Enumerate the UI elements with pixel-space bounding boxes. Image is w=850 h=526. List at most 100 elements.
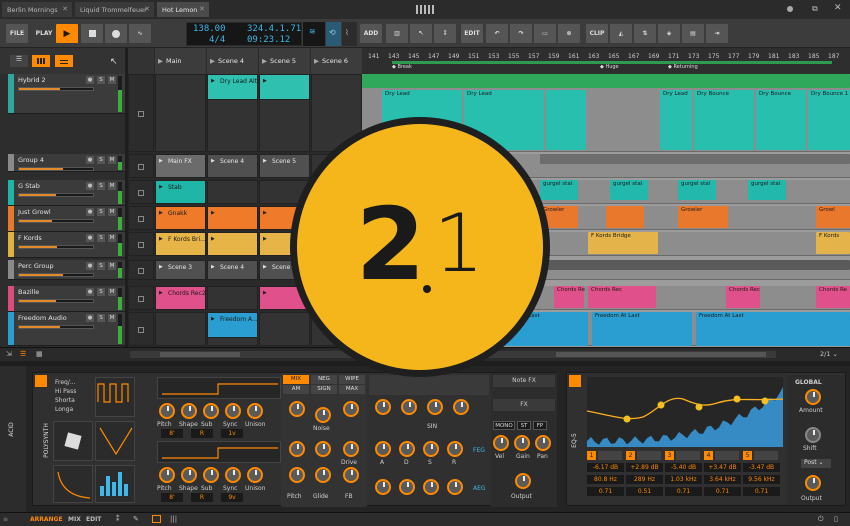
eq-graph[interactable] [586, 377, 784, 447]
arranger-clip[interactable] [606, 206, 644, 228]
mixer-mode-tab[interactable]: MIX [283, 375, 309, 384]
track-volume-fader[interactable] [18, 193, 94, 197]
mixer-mode-tab[interactable]: AM [283, 385, 309, 394]
cue-marker-returning[interactable]: ◆ Returning [668, 64, 698, 70]
eq-band-freq[interactable]: 289 Hz [626, 475, 663, 484]
eq-band-gain[interactable]: -5.40 dB [665, 463, 702, 472]
track-volume-fader[interactable] [18, 87, 94, 91]
track-header[interactable]: Hybrid 2 ● S M [8, 74, 125, 114]
solo-button[interactable]: S [97, 208, 105, 216]
add-button[interactable]: ADD [360, 24, 382, 43]
filter-knob[interactable] [427, 399, 443, 415]
record-button[interactable] [105, 24, 127, 43]
restore-window-icon[interactable]: ⧉ [812, 4, 818, 14]
loop-button[interactable]: ⟲ [326, 22, 341, 46]
arranger-clip[interactable] [540, 154, 850, 164]
track-name[interactable]: Freedom Audio [18, 314, 67, 322]
legato-button[interactable]: ⇥ [706, 24, 728, 43]
clip-slot[interactable] [207, 180, 258, 204]
aeg-a-knob[interactable] [375, 479, 391, 495]
launcher-clip[interactable]: ▶ [207, 232, 258, 256]
eq-band-q[interactable]: 0.71 [587, 487, 624, 496]
launcher-clip[interactable]: ▶ Scene 4 [207, 154, 258, 178]
track-volume-fader[interactable] [18, 245, 94, 249]
eq-band-handle[interactable] [695, 403, 703, 411]
filter-mode-item[interactable]: Longa [55, 406, 73, 413]
track-name[interactable]: F Kords [18, 234, 42, 242]
eq-band-handle[interactable] [623, 415, 631, 423]
eq-band-number[interactable]: 1 [587, 451, 596, 460]
mute-button[interactable]: M [108, 288, 116, 296]
launcher-clip[interactable]: ▶ [207, 206, 258, 230]
track-name[interactable]: Bazille [18, 288, 39, 296]
play-clip-icon[interactable]: ▶ [263, 236, 267, 242]
eq-band-number[interactable]: 2 [626, 451, 635, 460]
record-arm-button[interactable]: ● [86, 182, 94, 190]
post-dropdown[interactable]: Post ⌄ [801, 459, 831, 468]
filter-mode-item[interactable]: Freq/... [55, 379, 76, 386]
play-clip-icon[interactable]: ▶ [159, 210, 163, 216]
grid-toggle-icon[interactable]: ▦ [36, 350, 43, 358]
eq-band-freq[interactable]: 1.03 kHz [665, 475, 702, 484]
close-icon[interactable]: ✕ [199, 5, 205, 13]
eq-band-number[interactable]: 4 [704, 451, 713, 460]
record-arm-button[interactable]: ● [86, 234, 94, 242]
record-arm-button[interactable]: ● [86, 156, 94, 164]
eq-band-freq[interactable]: 80.8 Hz [587, 475, 624, 484]
aeg-s-knob[interactable] [423, 479, 439, 495]
filter-knob[interactable] [401, 399, 417, 415]
solo-button[interactable]: S [97, 314, 105, 322]
track-stop-button[interactable] [128, 286, 154, 310]
mixer-mode-tab[interactable]: NEG [311, 375, 337, 384]
track-name[interactable]: Hybrid 2 [18, 76, 46, 84]
launcher-clip[interactable]: ▶ Gnakk [155, 206, 206, 230]
track-name[interactable]: Just Growl [18, 208, 51, 216]
mixer-knob[interactable] [343, 401, 359, 417]
tab-hot-lemon[interactable]: Hot Lemon ✕ [157, 2, 209, 17]
clip-slot[interactable] [259, 312, 310, 346]
play-clip-icon[interactable]: ▶ [263, 158, 267, 164]
eq-band-gain[interactable]: +3.47 dB [704, 463, 741, 472]
tab-mix[interactable]: MIX [68, 516, 81, 523]
eq-band-type[interactable] [637, 451, 661, 460]
eq-band-q[interactable]: 0.71 [743, 487, 780, 496]
mixer-knob[interactable] [289, 467, 305, 483]
record-arm-button[interactable]: ● [86, 314, 94, 322]
track-stop-button[interactable] [128, 180, 154, 204]
track-stop-button[interactable] [128, 232, 154, 256]
arranger-clip[interactable]: Chords Rec [588, 286, 656, 308]
feg-a-knob[interactable] [375, 441, 391, 457]
mixer-knob[interactable] [289, 441, 305, 457]
tempo-display[interactable]: 138.00 [193, 24, 226, 34]
eq-band-handle[interactable] [761, 397, 769, 405]
st-button[interactable]: ST [517, 421, 531, 430]
track-name[interactable]: Group 4 [18, 156, 44, 164]
osc-pitch-knob[interactable] [159, 403, 175, 419]
play-clip-icon[interactable]: ▶ [263, 78, 267, 84]
paste-button[interactable]: ▭ [534, 24, 556, 43]
keyboard-button[interactable]: ▥ [386, 24, 408, 43]
vel-knob[interactable] [493, 435, 509, 451]
lanes-toggle-icon[interactable]: ☰ [20, 350, 26, 358]
oscillator-waveform[interactable] [157, 441, 281, 463]
punch-button[interactable]: ⌇ [342, 22, 357, 46]
osc-value-field[interactable]: R [191, 429, 213, 438]
play-clip-icon[interactable]: ▶ [211, 264, 215, 270]
position-display[interactable]: 324.4.1.71 [247, 24, 301, 34]
mute-button[interactable]: M [108, 76, 116, 84]
play-clip-icon[interactable]: ▶ [211, 78, 215, 84]
track-volume-fader[interactable] [18, 325, 94, 329]
osc-value-field[interactable]: R [191, 493, 213, 502]
filter-type-selector[interactable] [369, 375, 489, 395]
record-arm-button[interactable]: ● [86, 208, 94, 216]
device-power-button[interactable] [35, 375, 47, 387]
track-volume-fader[interactable] [18, 167, 94, 171]
play-button[interactable]: ▶ [56, 24, 78, 43]
play-clip-icon[interactable]: ▶ [263, 264, 267, 270]
mixer-mode-tab[interactable]: WIPE [339, 375, 365, 384]
solo-button[interactable]: S [97, 262, 105, 270]
tab-arrange[interactable]: ARRANGE [30, 516, 63, 523]
layout-icon[interactable]: ▯ [834, 515, 838, 523]
arranger-clip[interactable]: Dry Bounce 1 [808, 90, 850, 150]
eq-band-number[interactable]: 5 [743, 451, 752, 460]
